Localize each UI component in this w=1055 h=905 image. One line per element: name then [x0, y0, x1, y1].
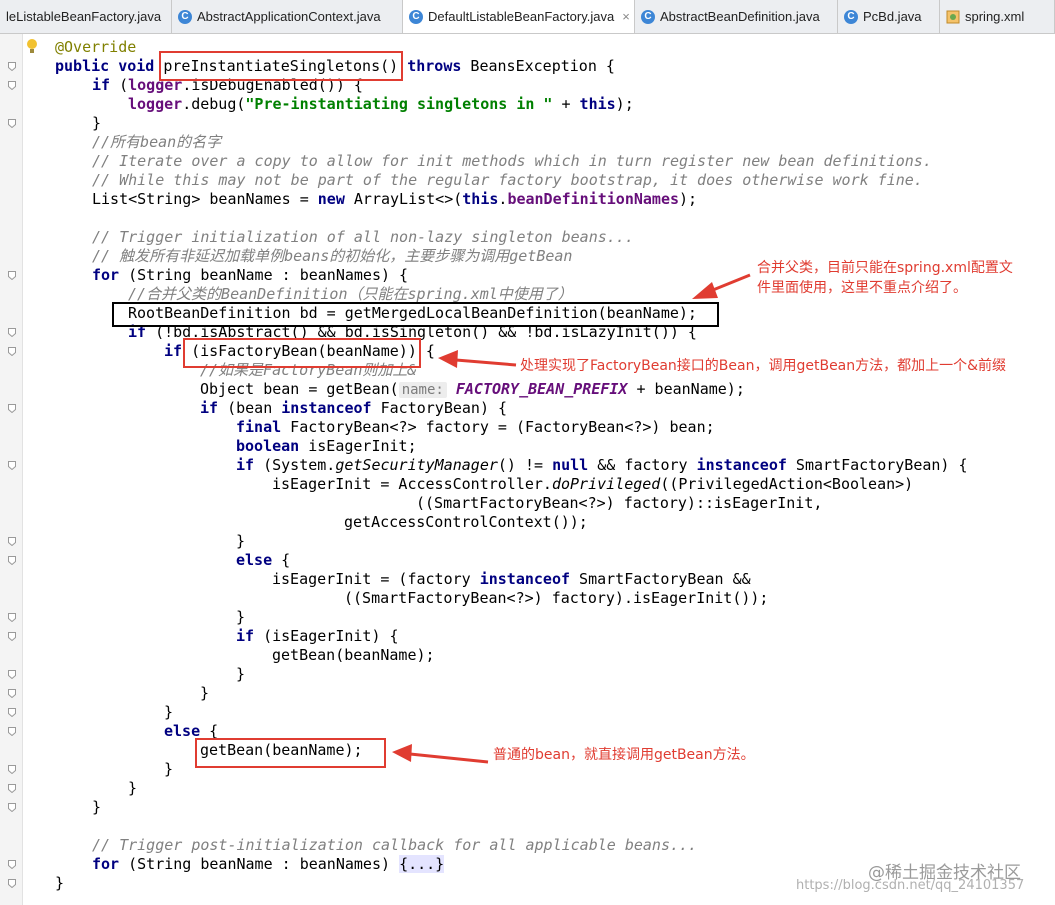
watermark-url: https://blog.csdn.net/qq_24101357	[796, 878, 1025, 893]
arrow-head	[392, 744, 412, 762]
note-factory-bean: 处理实现了FactoryBean接口的Bean，调用getBean方法，都加上一…	[520, 358, 1007, 374]
annotation-arrows	[392, 273, 751, 764]
arrow-line	[409, 752, 489, 764]
note-merge-parent: 合并父类，目前只能在spring.xml配置文 件里面使用，这里不重点介绍了。	[757, 260, 1013, 296]
arrow-line	[455, 358, 517, 367]
arrow-head	[438, 350, 458, 368]
arrow-head	[692, 282, 718, 299]
note-normal-bean: 普通的bean，就直接调用getBean方法。	[493, 747, 755, 763]
